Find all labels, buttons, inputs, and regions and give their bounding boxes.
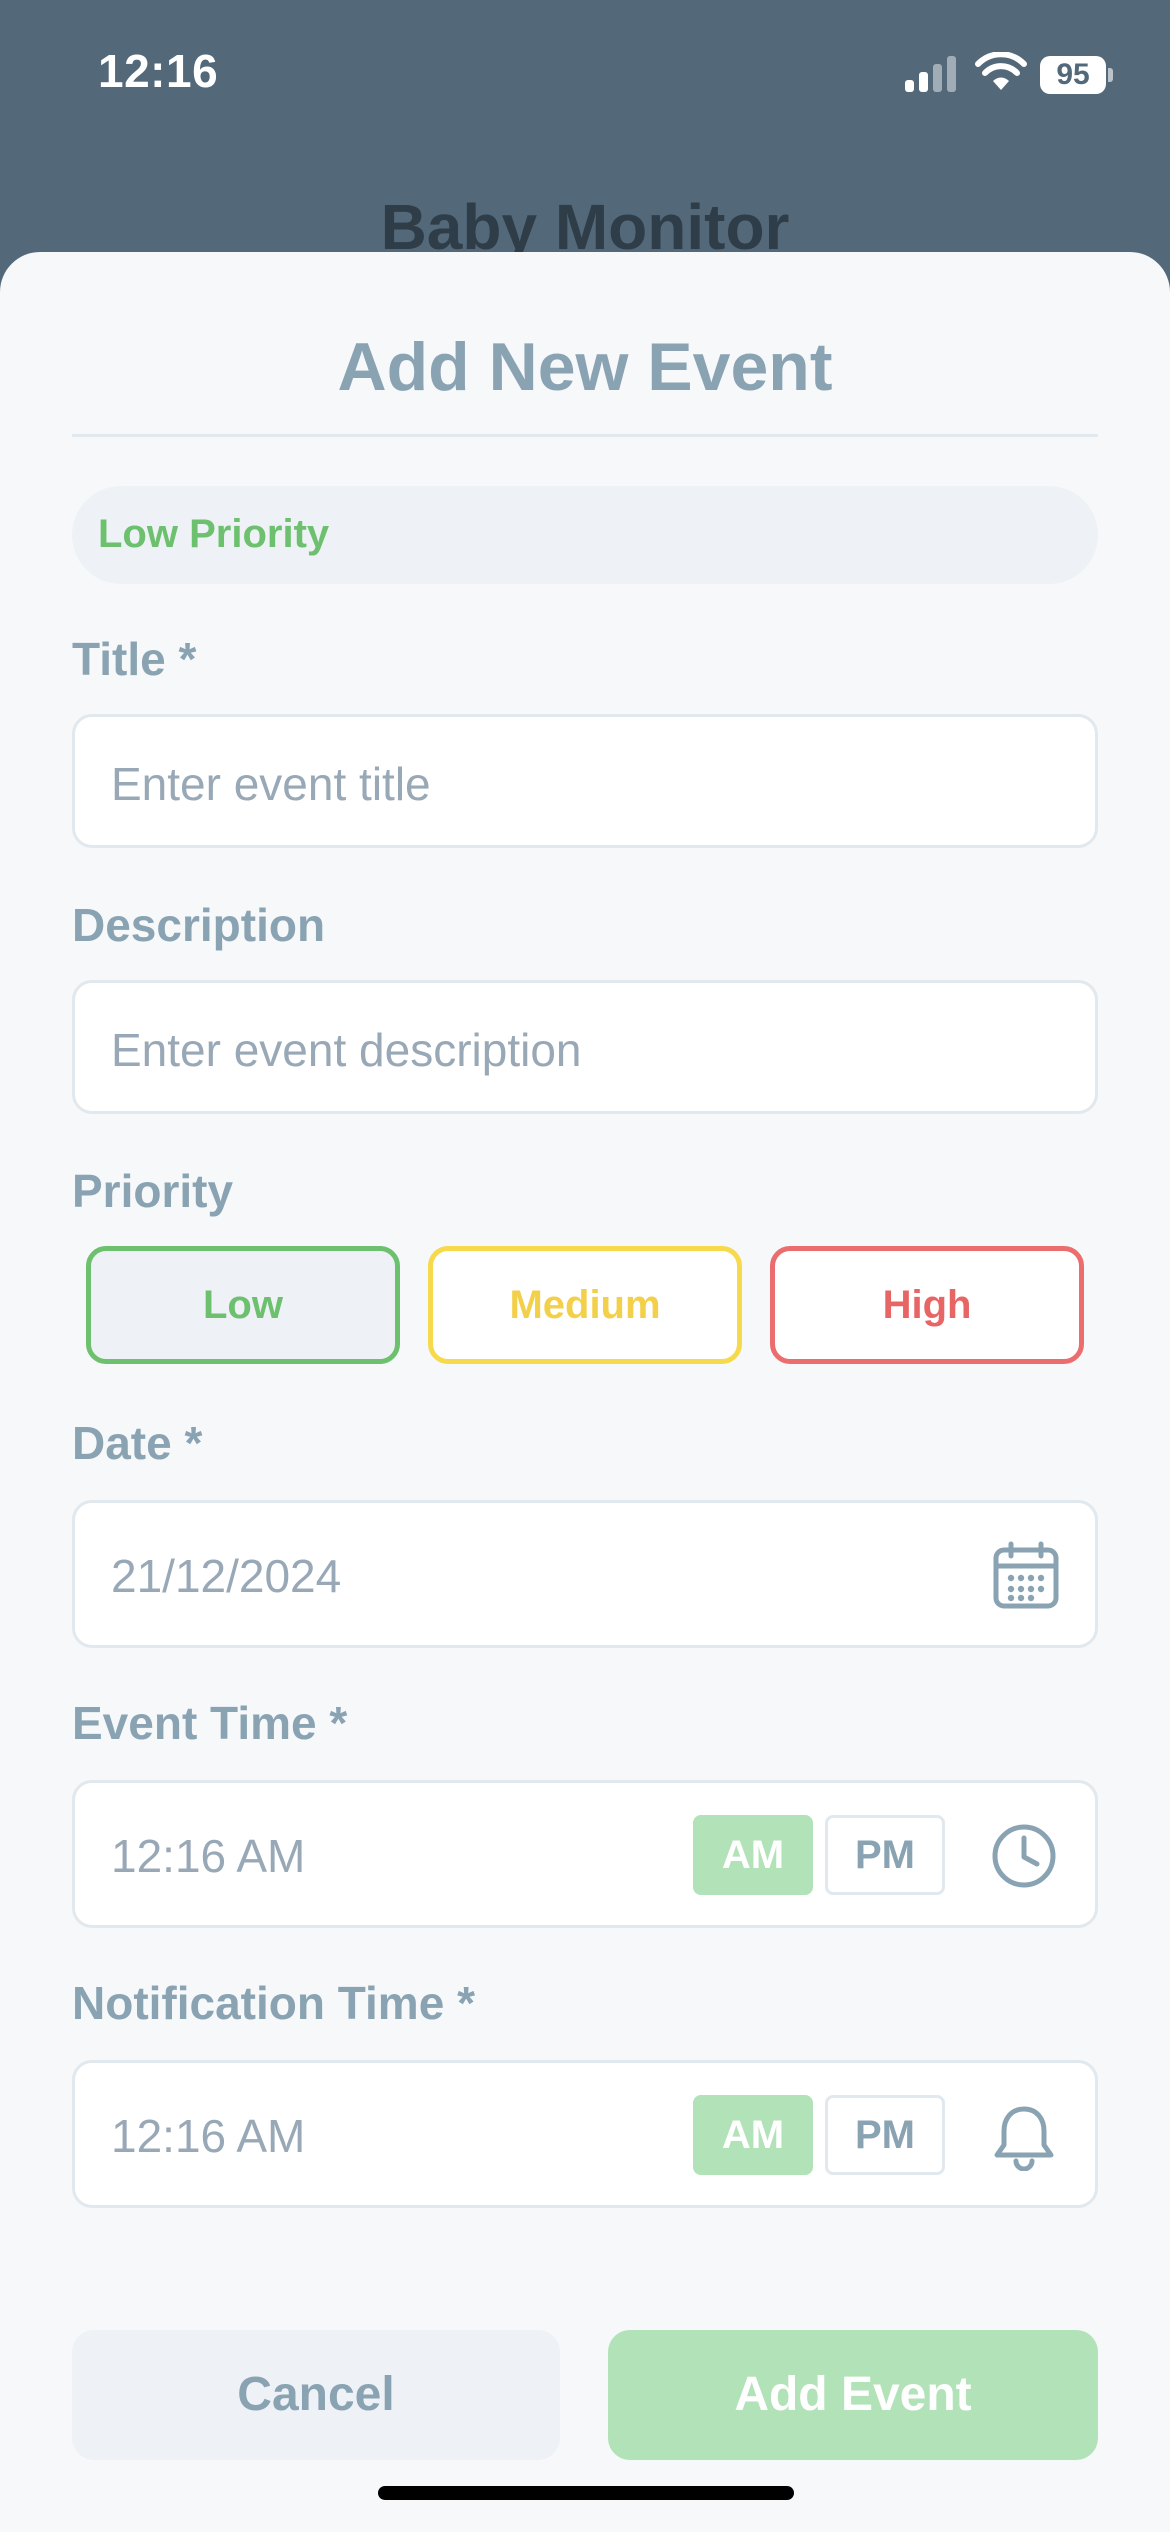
description-label: Description [72, 899, 326, 951]
notification-time-field[interactable]: 12:16 AM AM PM [72, 2060, 1098, 2208]
priority-high-button[interactable]: High [770, 1246, 1084, 1364]
calendar-icon[interactable] [991, 1541, 1061, 1611]
event-time-label: Event Time * [72, 1697, 348, 1749]
signal-icon [905, 56, 957, 92]
priority-label: Priority [72, 1165, 234, 1217]
title-placeholder: Enter event title [111, 758, 431, 810]
notification-time-value: 12:16 AM [111, 2110, 306, 2162]
description-placeholder: Enter event description [111, 1024, 582, 1076]
bell-icon[interactable] [989, 2101, 1059, 2171]
add-event-sheet: Add New Event Low Priority Title * Enter… [0, 252, 1170, 2532]
status-time: 12:16 [98, 45, 219, 97]
add-event-button[interactable]: Add Event [608, 2330, 1098, 2460]
title-input[interactable]: Enter event title [72, 714, 1098, 848]
date-value: 21/12/2024 [111, 1550, 342, 1602]
event-time-value: 12:16 AM [111, 1830, 306, 1882]
battery-level: 95 [1040, 56, 1106, 94]
priority-banner-text: Low Priority [98, 512, 330, 556]
event-time-am-button[interactable]: AM [693, 1815, 813, 1895]
notification-time-label: Notification Time * [72, 1977, 475, 2029]
title-divider [72, 434, 1098, 437]
screen: 12:16 95 Baby Monitor Add New Event Low … [0, 0, 1170, 2532]
event-time-field[interactable]: 12:16 AM AM PM [72, 1780, 1098, 1928]
priority-low-button[interactable]: Low [86, 1246, 400, 1364]
date-label: Date * [72, 1417, 203, 1469]
priority-banner: Low Priority [72, 486, 1098, 584]
notification-time-pm-button[interactable]: PM [825, 2095, 945, 2175]
status-bar: 12:16 95 [0, 0, 1170, 150]
priority-medium-button[interactable]: Medium [428, 1246, 742, 1364]
event-time-pm-button[interactable]: PM [825, 1815, 945, 1895]
date-field[interactable]: 21/12/2024 [72, 1500, 1098, 1648]
battery-icon: 95 [1040, 56, 1113, 94]
title-label: Title * [72, 633, 197, 685]
cancel-button[interactable]: Cancel [72, 2330, 560, 2460]
wifi-icon [975, 52, 1027, 90]
notification-time-am-button[interactable]: AM [693, 2095, 813, 2175]
home-indicator[interactable] [378, 2486, 794, 2500]
sheet-title: Add New Event [337, 329, 833, 405]
description-input[interactable]: Enter event description [72, 980, 1098, 1114]
clock-icon[interactable] [989, 1821, 1059, 1891]
